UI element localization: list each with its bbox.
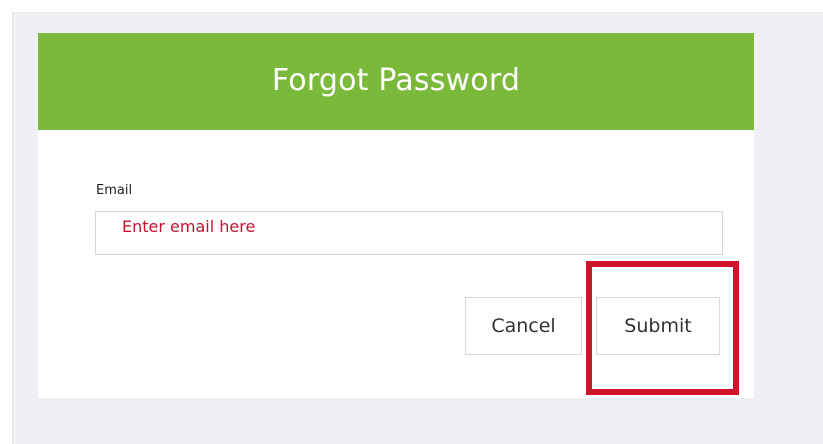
page: Forgot Password Email Enter email here C…: [0, 0, 823, 444]
cancel-button[interactable]: Cancel: [465, 297, 582, 355]
email-label: Email: [96, 183, 133, 198]
dialog-title: Forgot Password: [271, 63, 521, 98]
forgot-password-dialog: Forgot Password Email Enter email here C…: [38, 33, 754, 398]
email-field[interactable]: [95, 211, 723, 255]
dialog-header: Forgot Password: [38, 33, 754, 130]
submit-button[interactable]: Submit: [596, 297, 720, 355]
